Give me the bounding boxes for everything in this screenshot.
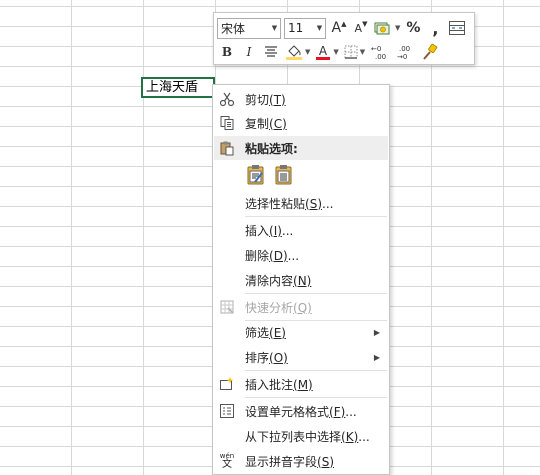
mini-toolbar-row-2: B I ▼ A ▼ ▼ ←0 .00 .00 →0: [217, 41, 442, 63]
menu-separator: [245, 293, 387, 294]
menu-item-pick-from-list[interactable]: 从下拉列表中选择(K)...: [214, 424, 388, 448]
align-center-button[interactable]: [261, 41, 281, 63]
menu-item-insert-comment[interactable]: 插入批注(M): [214, 372, 388, 396]
accounting-format-button[interactable]: ▼: [373, 17, 401, 39]
menu-item-label: 排序(O): [245, 350, 288, 365]
menu-item-label: 设置单元格格式(F)...: [245, 404, 357, 419]
accounting-format-icon: [374, 22, 390, 35]
font-name-value: 宋体: [221, 21, 246, 36]
format-painter-icon: [423, 43, 438, 60]
menu-item-format-cells[interactable]: 设置单元格格式(F)...: [214, 399, 388, 423]
fill-color-button[interactable]: ▼: [283, 41, 311, 63]
svg-text:←0: ←0: [371, 45, 381, 53]
new-comment-icon: [218, 375, 236, 393]
submenu-arrow-icon: ▶: [373, 352, 380, 362]
mini-toolbar: 宋体 ▼ 11 ▼ A ▲ A ▼ ▼ % , B I ▼ A ▼ ▼ ←0 .…: [213, 12, 475, 65]
phonetic-guide-icon: wén 文: [218, 452, 236, 470]
menu-item-label: 插入批注(M): [245, 377, 313, 392]
copy-icon: [218, 114, 236, 132]
clipboard-icon: [218, 139, 236, 157]
decrease-decimal-icon: .00 →0: [397, 45, 410, 61]
svg-text:.00: .00: [375, 53, 386, 61]
font-name-combo[interactable]: 宋体 ▼: [217, 17, 281, 39]
svg-text:.00: .00: [399, 45, 410, 53]
fill-color-icon: [286, 45, 302, 60]
menu-item-filter[interactable]: 筛选(E) ▶: [214, 320, 388, 344]
menu-item-insert[interactable]: 插入(I)...: [214, 218, 388, 242]
menu-item-label: 筛选(E): [245, 325, 286, 340]
menu-item-delete[interactable]: 删除(D)...: [214, 243, 388, 267]
menu-item-sort[interactable]: 排序(O) ▶: [214, 345, 388, 369]
chevron-down-icon: ▼: [316, 24, 323, 32]
menu-item-label: 快速分析(Q): [245, 300, 312, 315]
menu-separator: [245, 397, 387, 398]
font-color-button[interactable]: A ▼: [313, 41, 339, 63]
decrease-decimal-button[interactable]: .00 →0: [394, 41, 418, 63]
comma-style-button[interactable]: ,: [425, 17, 445, 39]
menu-item-label: 选择性粘贴(S)...: [245, 196, 334, 211]
paste-options-row: [245, 163, 295, 189]
increase-decimal-icon: ←0 .00: [371, 45, 386, 61]
bold-button[interactable]: B: [217, 41, 237, 63]
borders-button[interactable]: ▼: [342, 41, 366, 63]
svg-text:A: A: [319, 44, 328, 58]
menu-item-paste-options: 粘贴选项:: [214, 136, 388, 160]
italic-button[interactable]: I: [239, 41, 259, 63]
borders-icon: [344, 45, 358, 59]
decrease-font-size-button[interactable]: A ▼: [351, 17, 371, 39]
percent-style-button[interactable]: %: [403, 17, 423, 39]
font-size-combo[interactable]: 11 ▼: [284, 17, 326, 39]
menu-item-show-phonetic[interactable]: wén 文 显示拼音字段(S): [214, 449, 388, 473]
increase-font-icon: A: [331, 20, 342, 36]
increase-decimal-button[interactable]: ←0 .00: [368, 41, 392, 63]
menu-item-paste-special[interactable]: 选择性粘贴(S)...: [214, 191, 388, 215]
menu-item-quick-analysis[interactable]: 快速分析(Q): [214, 295, 388, 319]
paste-values-option[interactable]: [273, 163, 295, 187]
menu-item-label: 复制(C): [245, 116, 287, 131]
menu-item-label: 从下拉列表中选择(K)...: [245, 429, 370, 444]
align-center-icon: [265, 46, 277, 57]
paste-formula-icon: [247, 165, 264, 185]
svg-text:→0: →0: [397, 53, 407, 61]
paste-values-icon: [275, 165, 292, 185]
menu-separator: [245, 370, 387, 371]
menu-item-label: 插入(I)...: [245, 223, 294, 238]
menu-item-label: 显示拼音字段(S): [245, 454, 334, 469]
menu-item-clear-contents[interactable]: 清除内容(N): [214, 268, 388, 292]
format-cells-icon: [218, 402, 236, 420]
font-color-icon: A: [316, 44, 331, 60]
menu-item-label: 剪切(T): [245, 92, 286, 107]
scissors-icon: [218, 90, 236, 108]
quick-analysis-icon: [218, 298, 236, 316]
phonetic-bottom-text: 文: [222, 458, 232, 470]
merge-center-button[interactable]: [447, 17, 467, 39]
context-menu: 剪切(T) 复制(C) 粘贴选项: 选择性粘贴(S)... 插入(I)... 删…: [212, 84, 390, 475]
menu-item-label: 删除(D)...: [245, 248, 300, 263]
font-size-value: 11: [288, 21, 304, 35]
merge-center-icon: [449, 21, 466, 35]
format-painter-button[interactable]: [420, 41, 440, 63]
paste-formula-option[interactable]: [245, 163, 267, 187]
mini-toolbar-row-1: 宋体 ▼ 11 ▼ A ▲ A ▼ ▼ % ,: [217, 17, 469, 39]
decrease-font-icon: A: [354, 21, 363, 35]
menu-item-label: 粘贴选项:: [245, 141, 298, 156]
menu-separator: [245, 216, 387, 217]
chevron-down-icon: ▼: [271, 24, 278, 32]
menu-item-copy[interactable]: 复制(C): [214, 111, 388, 135]
active-cell[interactable]: 上海天盾: [141, 77, 215, 98]
menu-item-label: 清除内容(N): [245, 273, 312, 288]
submenu-arrow-icon: ▶: [373, 327, 380, 337]
menu-item-cut[interactable]: 剪切(T): [214, 87, 388, 111]
increase-font-size-button[interactable]: A ▲: [329, 17, 349, 39]
